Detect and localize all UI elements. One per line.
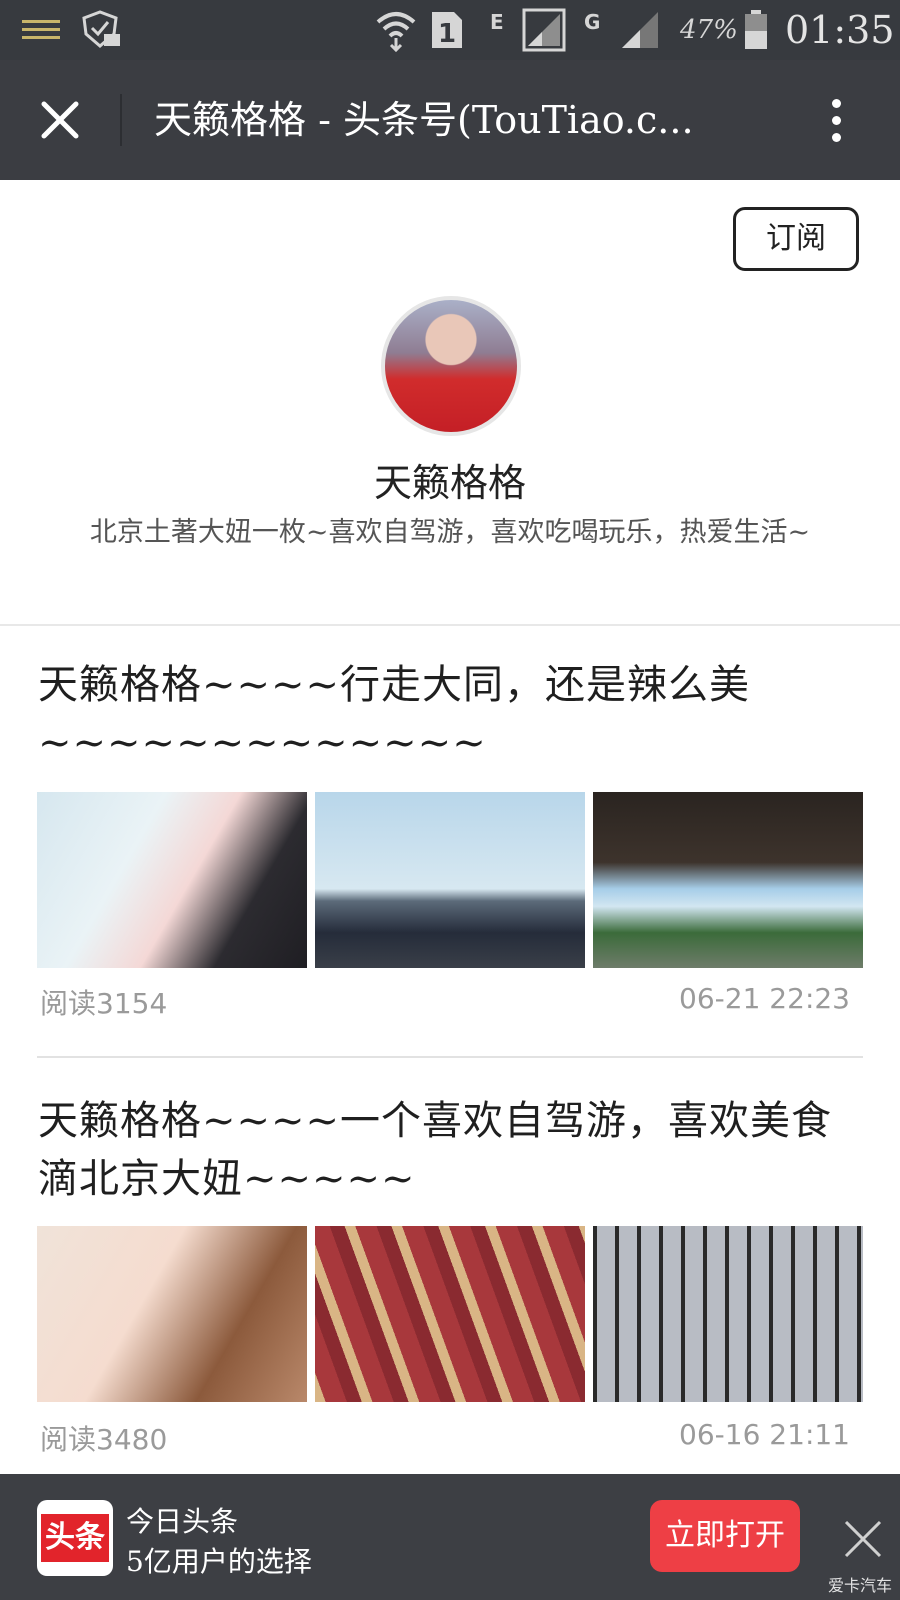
page-title: 天籁格格 - 头条号(TouTiao.c... [154, 98, 694, 142]
article-thumbnail[interactable] [593, 1226, 863, 1402]
network-e-label: E [490, 10, 504, 34]
close-icon [844, 1520, 882, 1558]
logo-text: 头条 [41, 1514, 109, 1562]
avatar[interactable] [381, 296, 521, 436]
article-thumbnail[interactable] [37, 792, 307, 968]
article-thumbnail[interactable] [593, 792, 863, 968]
signal-strength-icon [522, 0, 566, 60]
app-name: 今日头条 [126, 1505, 239, 1538]
section-divider [0, 624, 900, 626]
wifi-icon [374, 0, 418, 60]
article-thumbnail[interactable] [37, 1226, 307, 1402]
title-divider [120, 94, 122, 146]
profile-name: 天籁格格 [373, 461, 526, 505]
profile-description: 北京土著大妞一枚~喜欢自驾游，喜欢吃喝玩乐，热爱生活~ [89, 517, 811, 548]
article-thumbnail[interactable] [315, 1226, 585, 1402]
close-button[interactable] [30, 90, 90, 150]
article-card[interactable]: 天籁格格~~~~一个喜欢自驾游，喜欢美食滴北京大妞~~~~~ 阅读3480 06… [0, 1092, 900, 1472]
clock-time: 01:35 [785, 8, 895, 52]
status-bar: 1 E G 47% 01:35 [0, 0, 900, 60]
more-options-button[interactable] [806, 90, 866, 150]
app-download-banner: 头条 今日头条 5亿用户的选择 立即打开 爱卡汽车 [0, 1474, 900, 1600]
publish-time: 06-21 22:23 [679, 982, 850, 1015]
security-shield-icon [80, 0, 122, 60]
article-thumbnail[interactable] [315, 792, 585, 968]
more-dot-icon [831, 132, 841, 142]
banner-close-button[interactable] [838, 1514, 888, 1564]
battery-percent: 47% [680, 15, 738, 45]
read-count: 阅读3154 [40, 987, 168, 1020]
signal-strength-2-icon [620, 0, 660, 60]
menu-lines-icon [22, 0, 60, 60]
network-g-label: G [584, 10, 601, 34]
title-bar: 天籁格格 - 头条号(TouTiao.c... [0, 60, 900, 180]
open-app-button[interactable]: 立即打开 [650, 1500, 800, 1572]
subscribe-button[interactable]: 订阅 [733, 207, 859, 271]
watermark: 爱卡汽车 [827, 1576, 892, 1595]
more-dot-icon [831, 98, 841, 108]
article-thumbnails [37, 792, 863, 968]
article-thumbnails [37, 1226, 863, 1402]
more-dot-icon [831, 115, 841, 125]
close-icon [41, 101, 79, 139]
publish-time: 06-16 21:11 [679, 1418, 850, 1451]
article-card[interactable]: 天籁格格~~~~行走大同，还是辣么美~~~~~~~~~~~~~ 阅读3154 0… [0, 656, 900, 1056]
read-count: 阅读3480 [40, 1423, 168, 1456]
sim-card-icon: 1 [430, 0, 464, 60]
article-title[interactable]: 天籁格格~~~~行走大同，还是辣么美~~~~~~~~~~~~~ [38, 656, 868, 772]
app-slogan: 5亿用户的选择 [126, 1545, 312, 1578]
battery-icon [744, 0, 768, 60]
article-divider [37, 1056, 863, 1058]
article-title[interactable]: 天籁格格~~~~一个喜欢自驾游，喜欢美食滴北京大妞~~~~~ [38, 1092, 868, 1208]
toutiao-logo[interactable]: 头条 [37, 1500, 113, 1576]
sim-number: 1 [438, 19, 456, 49]
